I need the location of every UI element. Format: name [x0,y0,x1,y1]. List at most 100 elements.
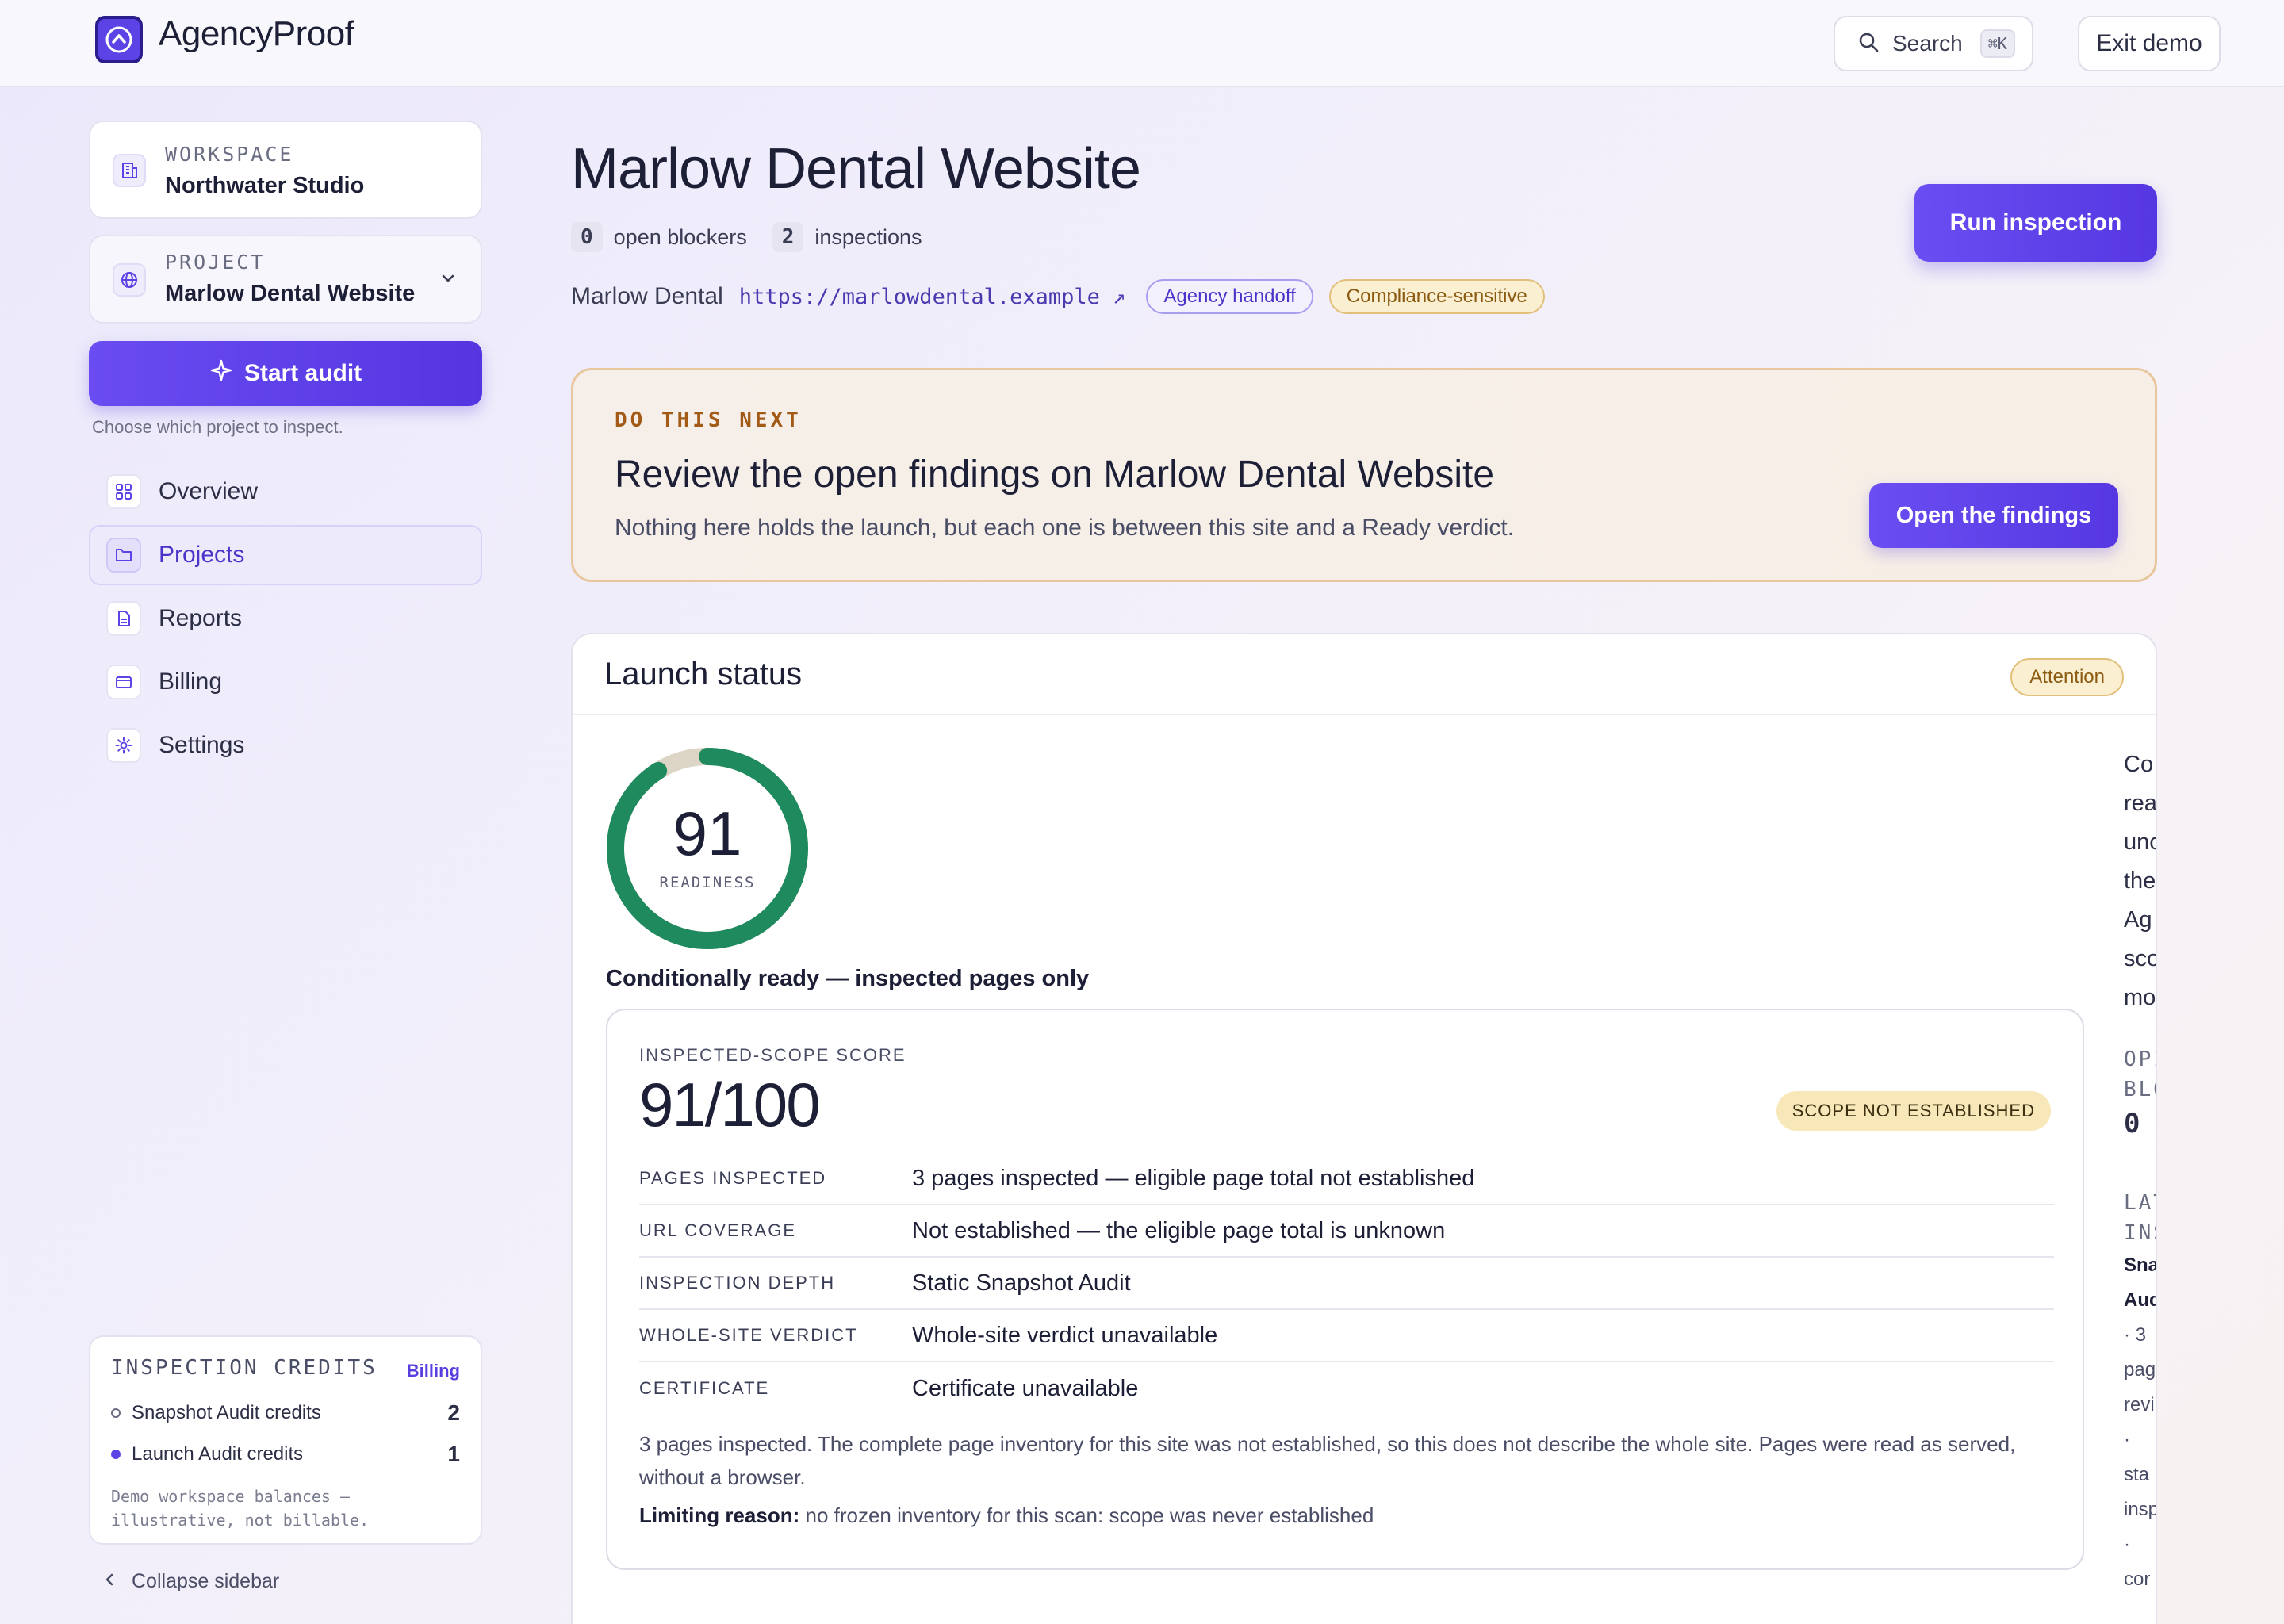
sparkle-icon [209,358,233,389]
project-meta: 0 open blockers 2 inspections [571,222,922,252]
callout-body: Nothing here holds the launch, but each … [615,515,1515,541]
top-bar: AgencyProof Search ⌘K Exit demo [0,0,2284,87]
outline-dot-icon [111,1408,121,1418]
panel-title: Launch status [604,657,803,691]
search-icon [1857,31,1880,57]
readiness-label: READINESS [659,874,756,891]
side-kicker: BLO [2124,1078,2156,1101]
search-shortcut: ⌘K [1979,29,2015,58]
side-text-line: sco [2124,946,2157,971]
sidebar-item-projects[interactable]: Projects [89,525,482,585]
side-blockers-value: 0 [2124,1108,2140,1139]
page-title: Marlow Dental Website [571,137,1141,201]
sidebar-item-label: Reports [159,605,243,631]
start-audit-hint: Choose which project to inspect. [92,417,343,437]
callout-kicker: DO THIS NEXT [615,408,802,432]
blockers-label: open blockers [613,224,747,249]
gear-icon [106,728,141,763]
tag-agency-handoff: Agency handoff [1146,279,1313,314]
side-text-line: rea [2124,791,2157,816]
limiting-reason-text: no frozen inventory for this scan: scope… [805,1503,1374,1527]
inspected-scope-card: INSPECTED-SCOPE SCORE 91/100 SCOPE NOT E… [606,1009,2084,1570]
collapse-sidebar-button[interactable]: Collapse sidebar [103,1570,279,1593]
building-icon [113,154,146,187]
filled-dot-icon [111,1450,121,1459]
project-kicker: PROJECT [165,251,266,274]
sidebar-item-label: Projects [159,542,245,568]
card-icon [106,665,141,699]
site-url-link[interactable]: https://marlowdental.example ↗ [739,285,1126,309]
side-small-line: revi [2124,1394,2155,1415]
detail-row: INSPECTION DEPTH Static Snapshot Audit [639,1258,2054,1310]
sidebar-item-settings[interactable]: Settings [89,715,482,776]
side-small-line: · 3 [2124,1324,2147,1346]
side-small-line: sta [2124,1464,2150,1485]
exit-demo-button[interactable]: Exit demo [2078,16,2221,71]
sidebar-nav: Overview Projects Reports Billing Settin… [89,462,482,779]
sidebar-item-billing[interactable]: Billing [89,652,482,712]
score-kicker: INSPECTED-SCOPE SCORE [639,1045,906,1065]
side-kicker: INS [2124,1221,2156,1245]
search-button[interactable]: Search ⌘K [1834,16,2033,71]
search-label: Search [1892,31,1963,56]
score-note: 3 pages inspected. The complete page inv… [639,1432,2016,1489]
chevron-down-icon[interactable] [439,270,457,291]
readiness-condition: Conditionally ready — inspected pages on… [606,966,1090,991]
side-text-line: the [2124,868,2156,894]
inspection-credits: INSPECTION CREDITS Billing Snapshot Audi… [89,1335,482,1545]
inspections-count: 2 [772,222,804,252]
detail-value: 3 pages inspected — eligible page total … [912,1165,1475,1191]
workspace-selector[interactable]: WORKSPACE Northwater Studio [89,121,482,219]
score-details: PAGES INSPECTED 3 pages inspected — elig… [639,1153,2054,1415]
open-findings-button[interactable]: Open the findings [1869,483,2118,548]
start-audit-button[interactable]: Start audit [89,341,482,406]
app-name[interactable]: AgencyProof [159,14,354,54]
next-step-callout: DO THIS NEXT Review the open findings on… [571,368,2157,582]
logo-icon[interactable] [95,16,143,63]
sidebar-item-reports[interactable]: Reports [89,588,482,649]
workspace-kicker: WORKSPACE [165,143,294,166]
scope-badge: SCOPE NOT ESTABLISHED [1776,1091,2051,1131]
credit-value: 2 [447,1400,460,1425]
side-text-line: Co [2124,752,2154,777]
sidebar-item-overview[interactable]: Overview [89,462,482,522]
side-small-line: insp [2124,1499,2157,1520]
side-summary-column: Co rea unc the Ag sco mo OPI BLO 0 LAT I… [2124,745,2157,1597]
callout-title: Review the open findings on Marlow Denta… [615,454,1495,496]
sidebar-item-label: Overview [159,478,259,504]
credit-label: Snapshot Audit credits [132,1402,321,1423]
globe-icon [113,263,146,297]
billing-link[interactable]: Billing [407,1361,460,1381]
inspections-label: inspections [814,224,922,249]
workspace-name: Northwater Studio [165,173,365,198]
limiting-reason: Limiting reason: no frozen inventory for… [639,1503,1374,1528]
status-badge: Attention [2010,658,2124,696]
side-bold-line: Aud [2124,1289,2157,1311]
panel-header: Launch status Attention [573,634,2156,715]
launch-status-panel: Launch status Attention 91 READINESS Con… [571,633,2157,1624]
detail-value: Not established — the eligible page tota… [912,1217,1446,1243]
sidebar-item-label: Settings [159,732,245,758]
detail-row: CERTIFICATE Certificate unavailable [639,1362,2054,1415]
project-info: Marlow Dental https://marlowdental.examp… [571,279,1545,314]
detail-label: URL COVERAGE [639,1220,797,1240]
credit-value: 1 [447,1442,460,1466]
project-name: Marlow Dental Website [165,281,416,306]
side-small-line: · [2124,1429,2130,1450]
detail-label: WHOLE-SITE VERDICT [639,1325,858,1345]
run-inspection-button[interactable]: Run inspection [1914,184,2157,262]
project-selector[interactable]: PROJECT Marlow Dental Website [89,235,482,324]
chevron-left-icon [103,1570,116,1593]
detail-label: CERTIFICATE [639,1378,770,1398]
client-name: Marlow Dental [571,283,723,309]
side-kicker: OPI [2124,1048,2156,1071]
side-small-line: cor [2124,1568,2151,1590]
credit-label: Launch Audit credits [132,1443,304,1465]
sidebar-item-label: Billing [159,668,223,695]
detail-value: Whole-site verdict unavailable [912,1322,1218,1348]
detail-row: PAGES INSPECTED 3 pages inspected — elig… [639,1153,2054,1205]
tag-compliance-sensitive: Compliance-sensitive [1328,279,1545,314]
detail-row: URL COVERAGE Not established — the eligi… [639,1205,2054,1258]
detail-label: PAGES INSPECTED [639,1168,827,1188]
side-small-line: pag [2124,1359,2156,1381]
